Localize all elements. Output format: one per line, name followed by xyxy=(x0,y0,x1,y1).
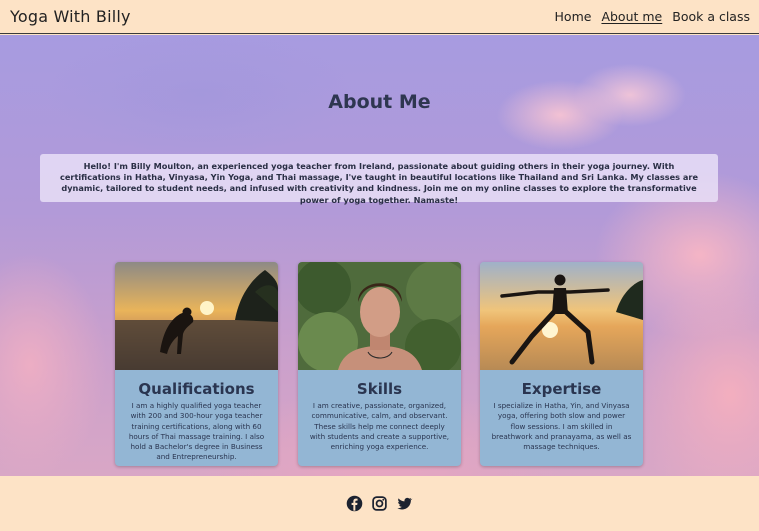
intro-text: Hello! I'm Billy Moulton, an experienced… xyxy=(40,154,718,205)
instagram-icon[interactable] xyxy=(371,495,388,512)
card-title: Qualifications xyxy=(138,380,255,398)
card-qualifications: Qualifications I am a highly qualified y… xyxy=(115,262,278,466)
card-text: I am creative, passionate, organized, co… xyxy=(309,401,450,452)
hero-section: About Me Hello! I'm Billy Moulton, an ex… xyxy=(0,35,759,476)
twitter-icon[interactable] xyxy=(396,495,413,512)
facebook-icon[interactable] xyxy=(346,495,363,512)
card-skills: Skills I am creative, passionate, organi… xyxy=(298,262,461,466)
card-expertise: Expertise I specialize in Hatha, Yin, an… xyxy=(480,262,643,466)
footer xyxy=(0,476,759,531)
card-title: Skills xyxy=(356,380,403,398)
card-title: Expertise xyxy=(521,380,602,398)
card-image-portrait xyxy=(298,262,461,370)
nav-link-home[interactable]: Home xyxy=(555,9,592,24)
page-title: About Me xyxy=(328,91,431,113)
card-image-warrior-pose xyxy=(480,262,643,370)
card-text: I am a highly qualified yoga teacher wit… xyxy=(128,401,265,462)
nav-links: Home About me Book a class xyxy=(555,9,750,24)
navbar: Yoga With Billy Home About me Book a cla… xyxy=(0,0,759,34)
brand-logo[interactable]: Yoga With Billy xyxy=(10,7,131,26)
nav-link-about-me[interactable]: About me xyxy=(601,9,662,24)
card-text: I specialize in Hatha, Yin, and Vinyasa … xyxy=(491,401,632,452)
nav-link-book-a-class[interactable]: Book a class xyxy=(672,9,750,24)
card-image-beach-sunset-pose xyxy=(115,262,278,370)
